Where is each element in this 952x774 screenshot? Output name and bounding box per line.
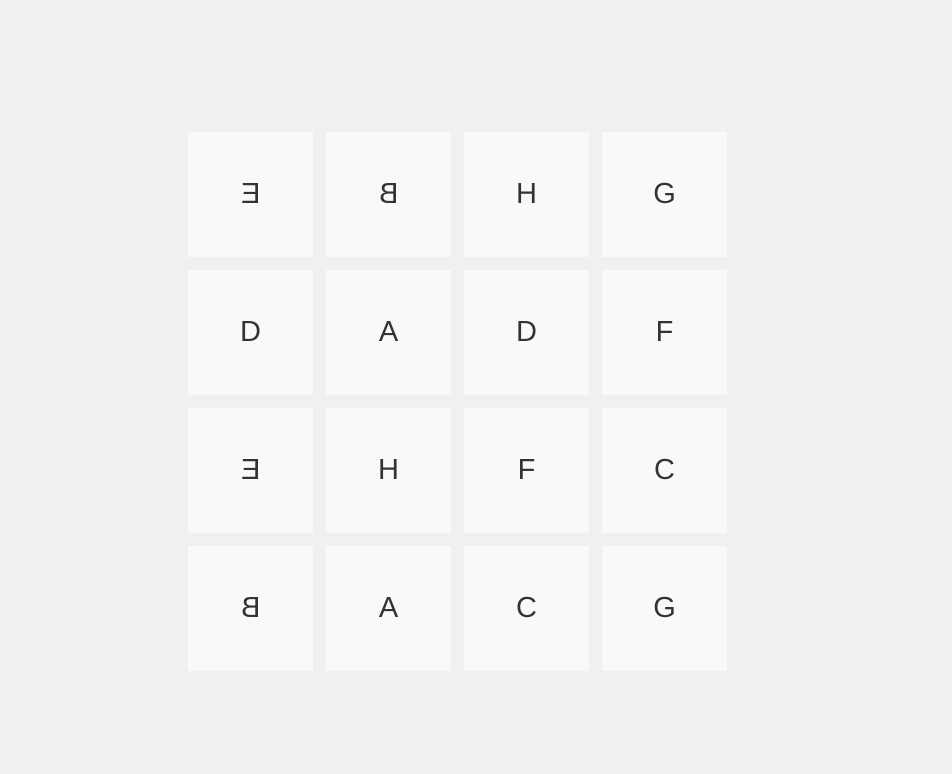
card-2-2[interactable]: A — [326, 270, 451, 395]
card-1-2[interactable]: B — [326, 132, 451, 257]
card-2-4[interactable]: F — [602, 270, 727, 395]
card-3-3[interactable]: F — [464, 408, 589, 533]
card-letter: B — [378, 178, 399, 210]
card-letter: A — [378, 316, 399, 348]
card-letter: H — [516, 178, 537, 210]
card-4-1[interactable]: B — [188, 546, 313, 671]
card-1-1[interactable]: E — [188, 132, 313, 257]
card-letter: A — [378, 592, 399, 624]
card-letter: D — [516, 316, 537, 348]
card-letter: G — [653, 178, 676, 210]
card-letter: E — [240, 178, 261, 210]
card-letter: H — [378, 454, 399, 486]
card-4-2[interactable]: A — [326, 546, 451, 671]
card-letter: G — [653, 592, 676, 624]
card-grid: E B H G D A D F E H F C B A C G — [188, 132, 727, 671]
card-2-1[interactable]: D — [188, 270, 313, 395]
card-2-3[interactable]: D — [464, 270, 589, 395]
card-3-1[interactable]: E — [188, 408, 313, 533]
card-3-2[interactable]: H — [326, 408, 451, 533]
card-1-3[interactable]: H — [464, 132, 589, 257]
card-letter: F — [655, 316, 674, 348]
card-1-4[interactable]: G — [602, 132, 727, 257]
card-letter: D — [240, 316, 261, 348]
card-3-4[interactable]: C — [602, 408, 727, 533]
card-letter: E — [240, 454, 261, 486]
card-letter: C — [516, 592, 537, 624]
card-4-3[interactable]: C — [464, 546, 589, 671]
card-letter: B — [240, 592, 261, 624]
card-letter: C — [654, 454, 675, 486]
card-4-4[interactable]: G — [602, 546, 727, 671]
card-letter: F — [517, 454, 536, 486]
